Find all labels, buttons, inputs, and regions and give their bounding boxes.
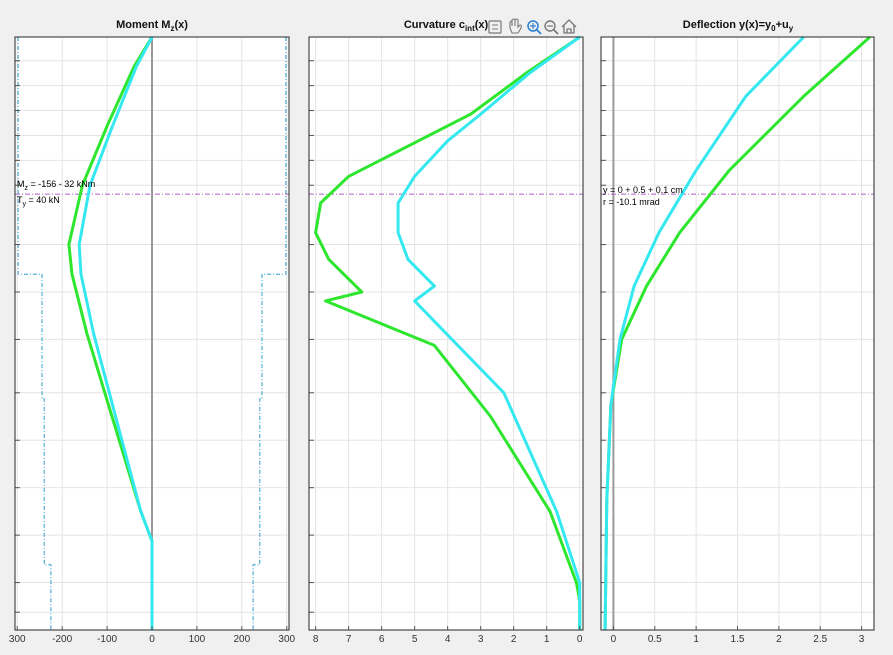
chart-panel-3: 0 0.5 1 1.5 2 2.5 3 Deflection y(x)=y0+uy y = 0 …: [600, 19, 875, 645]
x-tick-label: 1.5: [731, 634, 745, 645]
x-tick-label: -100: [97, 634, 117, 645]
x-tick-label: 0: [611, 634, 617, 645]
x-tick-label: 0: [577, 634, 583, 645]
zoom-in-icon[interactable]: [527, 20, 542, 35]
pan-hand-icon[interactable]: [509, 18, 522, 34]
hand-shape: [509, 18, 522, 34]
x-tick-label: 0: [149, 634, 155, 645]
x-tick-label: 2: [511, 634, 517, 645]
x-tick-label: 100: [189, 634, 206, 645]
zoom-out-icon[interactable]: [544, 20, 559, 35]
chart-title: Curvature cint(x): [404, 19, 489, 33]
chart-title: Deflection y(x)=y0+uy: [683, 19, 794, 33]
chart-panel-2: 8 7 6 5 4 3 2 1 0 Curvature cint(x): [308, 19, 584, 645]
annotation-text: y = 0 + 0.5 + 0.1 cm: [603, 185, 683, 195]
x-tick-label: 6: [379, 634, 385, 645]
x-tick-label: 7: [346, 634, 352, 645]
lens-handle: [553, 29, 559, 35]
x-tick-label: 200: [233, 634, 250, 645]
x-tick-label: 3: [478, 634, 484, 645]
x-tick-label: -200: [52, 634, 72, 645]
x-tick-label: 300: [278, 634, 295, 645]
chart-title: Moment Mz(x): [116, 19, 188, 33]
house-shape: [561, 19, 577, 34]
lens-handle: [536, 29, 542, 35]
datatip-icon[interactable]: [488, 20, 502, 34]
home-icon[interactable]: [561, 19, 577, 34]
x-tick-label: 2: [776, 634, 782, 645]
axes-toolbar: [488, 18, 577, 35]
x-tick-label: 3: [859, 634, 865, 645]
x-tick-label: 4: [445, 634, 451, 645]
annotation-text: r = -10.1 mrad: [603, 197, 660, 207]
x-tick-label: 5: [412, 634, 418, 645]
x-tick-label: 1: [693, 634, 699, 645]
x-tick-label: 2.5: [813, 634, 827, 645]
chart-panel-1: 300 -200 -100 0 100 200 300Moment Mz(x)Mz = -1…: [9, 19, 296, 645]
datatip-frame: [488, 20, 502, 34]
x-tick-label: 0.5: [648, 634, 662, 645]
x-tick-label: 1: [544, 634, 550, 645]
x-tick-label: 300: [9, 634, 26, 645]
x-tick-label: 8: [313, 634, 319, 645]
figure: 300 -200 -100 0 100 200 300Moment Mz(x)Mz = -1…: [9, 18, 875, 645]
